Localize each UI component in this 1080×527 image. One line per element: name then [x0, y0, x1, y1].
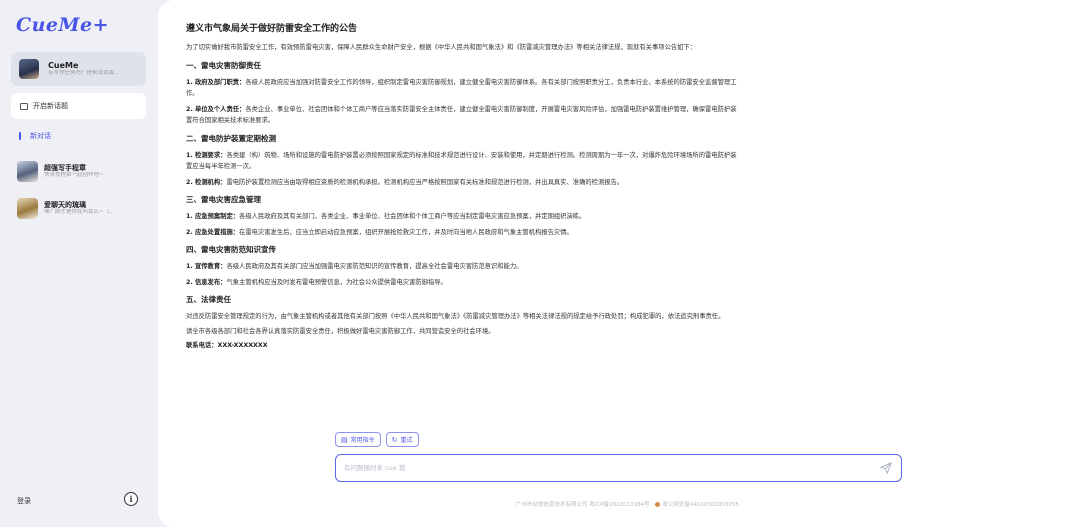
list-item: 1. 检测要求：各类建（构）筑物、场所和设施的雷电防护装置必须按照国家规定的标准… [186, 150, 738, 173]
section-heading: 二、雷电防护装置定期检测 [186, 133, 276, 143]
chat-bubble-icon [20, 102, 28, 110]
footer: 广州市动悦信息技术有限公司 粤ICP备2022013384号 粤公网安备4401… [516, 500, 739, 508]
section-heading: 四、雷电灾害防范知识宣传 [186, 245, 276, 254]
item-label: 2. 单位及个人责任： [186, 105, 246, 113]
history-desc: 快来找程章一起创作吧~ [44, 171, 104, 178]
sidebar: CueMe+ CueMe 有写作任务吗？快来试试我... 开启新话题 新对话 超… [0, 0, 158, 527]
command-list-icon: ▤ [341, 435, 348, 444]
info-icon[interactable]: i [124, 492, 138, 506]
contact-line: 联系电话：XXX-XXXXXXX [186, 342, 268, 349]
list-item: 1. 应急预案制定：各级人民政府及其有关部门、各类企业、事业单位、社会团体和个体… [186, 211, 738, 223]
list-item: 2. 检测机构：雷电防护装置检测应当由取得相应资质的检测机构承担。检测机构应当严… [186, 177, 738, 189]
agent-name: CueMe [48, 61, 79, 71]
police-badge-icon [654, 501, 660, 507]
list-item: 2. 信息发布：气象主管机构应当及时发布雷电预警信息，为社会公众提供雷电灾害防御… [186, 277, 738, 289]
list-item: 1. 政府及部门职责：各级人民政府应当加强对防雷安全工作的领导，组织制定雷电灾害… [186, 77, 738, 100]
agent-card-cueme[interactable]: CueMe 有写作任务吗？快来试试我... [11, 52, 146, 86]
common-commands-button[interactable]: ▤ 常用指令 [335, 432, 381, 447]
avatar [17, 160, 38, 182]
section-heading: 五、法律责任 [186, 295, 231, 304]
item-label: 1. 宣传教育： [186, 263, 227, 270]
history-title: 超强写手程章 [44, 163, 86, 172]
item-text: 气象主管机构应当及时发布雷电预警信息，为社会公众提供雷电灾害防御指导。 [226, 278, 447, 286]
item-label: 1. 应急预案制定： [186, 213, 240, 220]
new-chat-button[interactable]: 开启新话题 [11, 93, 146, 119]
login-link[interactable]: 登录 [17, 496, 31, 506]
history-item[interactable]: 爱聊天的琉璃 嘿？刚才是你在叫我么~（... [17, 196, 147, 220]
avatar [17, 197, 38, 219]
item-label: 2. 信息发布： [186, 278, 227, 286]
list-item: 1. 宣传教育：各级人民政府及其有关部门应当加强雷电灾害防范知识的宣传教育，提高… [186, 261, 738, 273]
item-text: 各级人民政府应当加强对防雷安全工作的领导，组织制定雷电灾害防御规划，建立健全雷电… [186, 78, 737, 98]
item-text: 各类企业、事业单位、社会团体和个体工商户等应当落实防雷安全主体责任，建立健全雷电… [186, 105, 737, 125]
document-intro: 为了切实做好我市防雷安全工作，有效预防雷电灾害，保障人民群众生命财产安全，根据《… [186, 44, 697, 51]
item-label: 1. 政府及部门职责： [186, 78, 246, 86]
history-title: 爱聊天的琉璃 [44, 200, 86, 209]
chat-input-box [335, 454, 902, 482]
item-label: 2. 检测机构： [186, 178, 227, 186]
retry-button[interactable]: ↻ 重试 [385, 432, 419, 447]
common-commands-label: 常用指令 [350, 437, 375, 444]
retry-label: 重试 [400, 437, 413, 444]
item-label: 2. 应急处置措施： [186, 228, 240, 236]
icp-link[interactable]: 广州市动悦信息技术有限公司 粤ICP备2022013384号 [516, 500, 650, 508]
item-text: 各级人民政府及其有关部门、各类企业、事业单位、社会团体和个体工商户等应当制定雷电… [239, 213, 586, 220]
list-item: 2. 应急处置措施：在雷电灾害发生后，应当立即启动应急预案，组织开展抢险救灾工作… [186, 227, 738, 239]
chat-input[interactable] [344, 464, 879, 472]
item-text: 各级人民政府及其有关部门应当加强雷电灾害防范知识的宣传教育，提高全社会雷电灾害防… [226, 263, 523, 270]
item-text: 雷电防护装置检测应当由取得相应资质的检测机构承担。检测机构应当严格按照国家有关标… [226, 178, 624, 186]
action-chips: ▤ 常用指令 ↻ 重试 [335, 432, 419, 447]
history-item[interactable]: 超强写手程章 快来找程章一起创作吧~ [17, 159, 147, 183]
police-record-link[interactable]: 粤公网安备44010502003055 [663, 500, 740, 508]
document-content: 遵义市气象局关于做好防雷安全工作的公告 为了切实做好我市防雷安全工作，有效预防雷… [178, 12, 744, 427]
section-label: 新对话 [30, 132, 51, 140]
section-heading: 三、雷电灾害应急管理 [186, 195, 261, 204]
item-text: 各类建（构）筑物、场所和设施的雷电防护装置必须按照国家规定的标准和技术规范进行设… [186, 151, 737, 171]
document-title: 遵义市气象局关于做好防雷安全工作的公告 [186, 24, 358, 34]
new-chat-label: 开启新话题 [33, 102, 68, 110]
agent-desc: 有写作任务吗？快来试试我... [48, 70, 120, 77]
item-label: 1. 检测要求： [186, 151, 227, 159]
app-logo[interactable]: CueMe+ [16, 14, 109, 36]
item-text: 在雷电灾害发生后，应当立即启动应急预案，组织开展抢险救灾工作，并及时向当地人民政… [239, 228, 573, 236]
send-icon[interactable] [879, 461, 893, 475]
section-heading: 一、雷电灾害防御责任 [186, 60, 261, 70]
sidebar-item-new-conversation[interactable]: 新对话 [19, 131, 51, 141]
law-paragraph: 对违反防雷安全管理规定的行为，由气象主管机构或者其他有关部门按照《中华人民共和国… [186, 313, 725, 320]
active-indicator [19, 132, 21, 140]
closing-paragraph: 请全市各级各部门和社会各界认真落实防雷安全责任，积极做好雷电灾害防御工作，共同营… [186, 327, 495, 335]
history-desc: 嘿？刚才是你在叫我么~（... [44, 208, 115, 215]
agent-avatar [19, 59, 39, 79]
list-item: 2. 单位及个人责任：各类企业、事业单位、社会团体和个体工商户等应当落实防雷安全… [186, 104, 738, 127]
refresh-icon: ↻ [391, 435, 398, 444]
